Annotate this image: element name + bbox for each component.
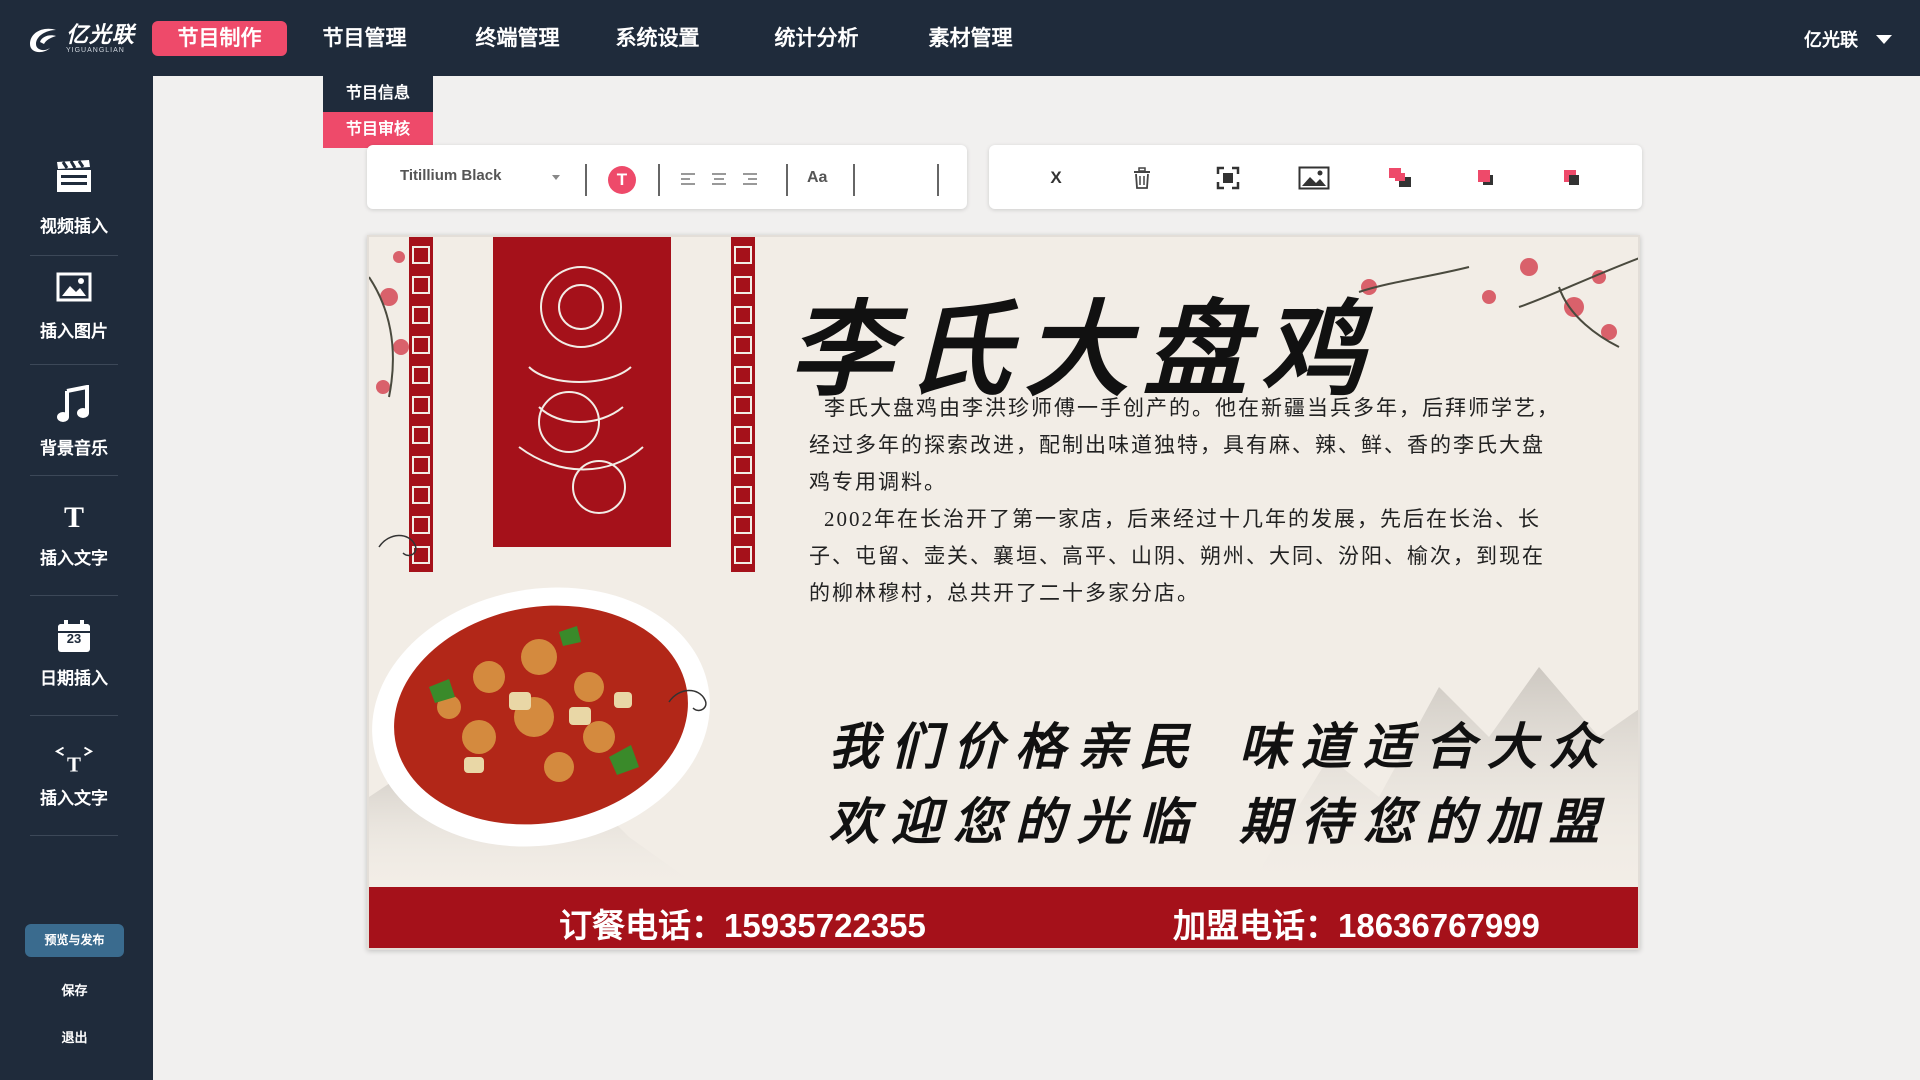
nav-statistics[interactable]: 统计分析 (749, 21, 884, 56)
submenu-program-review[interactable]: 节目审核 (323, 112, 433, 148)
nav-program-manage[interactable]: 节目管理 (297, 21, 432, 56)
logo-swirl-icon (26, 22, 60, 56)
franchise-phone: 加盟电话：18636767999 (1173, 907, 1540, 944)
user-name: 亿光联 (1804, 30, 1858, 50)
align-center-icon[interactable] (712, 173, 726, 187)
sidebar-label: 插入文字 (40, 789, 108, 808)
nav-system-settings[interactable]: 系统设置 (590, 21, 725, 56)
top-bar: 亿光联 YIGUANGLIAN 节目制作 节目管理 终端管理 系统设置 统计分析… (0, 0, 1920, 76)
logo-subtext: YIGUANGLIAN (66, 46, 125, 54)
sidebar-item-date-insert[interactable]: 23 日期插入 (30, 606, 118, 716)
poster-paragraph-line: 的柳林穆村，总共开了二十多家分店。 (809, 581, 1200, 605)
poster-slogan: 期待您的加盟 (1239, 794, 1611, 850)
sidebar-item-background-music[interactable]: 背景音乐 (30, 376, 118, 476)
close-icon[interactable]: X (1040, 162, 1072, 194)
sidebar-item-insert-text[interactable]: T 插入文字 (30, 486, 118, 596)
sidebar-label: 插入图片 (40, 322, 108, 341)
sidebar-label: 插入文字 (40, 549, 108, 568)
text-code-icon: T (54, 738, 94, 778)
poster-paragraph-line: 经过多年的探索改进，配制出味道独特，具有麻、辣、鲜、香的李氏大盘 (809, 433, 1545, 457)
nav-material-manage[interactable]: 素材管理 (903, 21, 1038, 56)
calendar-day: 23 (66, 630, 82, 646)
divider (937, 164, 939, 196)
text-toolbar: Titillium Black T Aa (367, 145, 967, 209)
divider (786, 164, 788, 196)
preview-publish-button[interactable]: 预览与发布 (25, 924, 124, 957)
svg-text:T: T (67, 752, 81, 775)
image-icon (54, 267, 94, 307)
font-family-value: Titillium Black (400, 167, 502, 184)
program-submenu: 节目信息 节目审核 (323, 76, 433, 148)
align-left-icon[interactable] (681, 173, 695, 187)
align-right-icon[interactable] (743, 173, 757, 187)
chevron-down-icon (552, 175, 560, 180)
nav-program-create[interactable]: 节目制作 (152, 21, 287, 56)
poster-paragraph-line: 鸡专用调料。 (809, 470, 947, 494)
app-logo[interactable]: 亿光联 YIGUANGLIAN (26, 20, 136, 58)
exit-button[interactable]: 退出 (25, 1027, 124, 1046)
layer-backward-icon[interactable] (1556, 162, 1588, 194)
sidebar-label: 视频插入 (40, 217, 108, 236)
program-canvas[interactable]: 李氏大盘鸡 李氏大盘鸡由李洪珍师傅一手创产的。他在新疆当兵多年，后拜师学艺， 经… (367, 235, 1640, 950)
image-icon[interactable] (1298, 162, 1330, 194)
poster-slogan: 我们价格亲民 (829, 719, 1201, 775)
font-family-select[interactable]: Titillium Black (400, 167, 560, 189)
poster-paragraph-line: 子、屯留、壶关、襄垣、高平、山阴、朔州、大同、汾阳、榆次，到现在 (809, 544, 1545, 568)
fullscreen-icon[interactable] (1212, 162, 1244, 194)
font-size-button[interactable]: Aa (807, 169, 827, 187)
object-toolbar: X (989, 145, 1642, 209)
user-menu[interactable]: 亿光联 (1804, 26, 1892, 52)
main-nav: 节目制作 节目管理 终端管理 系统设置 统计分析 素材管理 (152, 21, 1038, 56)
divider (585, 164, 587, 196)
poster-slogan: 欢迎您的光临 (829, 794, 1201, 850)
sidebar-label: 日期插入 (40, 669, 108, 688)
layer-bring-front-icon[interactable] (1384, 162, 1416, 194)
save-button[interactable]: 保存 (25, 980, 124, 999)
sidebar-item-insert-text-2[interactable]: T 插入文字 (30, 726, 118, 836)
sidebar-item-video-insert[interactable]: 视频插入 (30, 146, 118, 256)
sidebar-label: 背景音乐 (40, 439, 108, 458)
order-phone: 订餐电话：15935722355 (559, 907, 926, 944)
sidebar: 视频插入 插入图片 背景音乐 T 插入文字 23 日期插入 T 插入文字 预览与… (0, 76, 153, 1080)
video-clapper-icon (54, 156, 94, 196)
sidebar-item-insert-image[interactable]: 插入图片 (30, 263, 118, 365)
poster-paragraph-line: 2002年在长治开了第一家店，后来经过十几年的发展，先后在长治、长 (824, 507, 1541, 531)
music-note-icon (54, 384, 94, 424)
divider (853, 164, 855, 196)
nav-terminal-manage[interactable]: 终端管理 (450, 21, 585, 56)
trash-icon[interactable] (1126, 162, 1158, 194)
text-color-button[interactable]: T (608, 166, 636, 194)
chevron-down-icon (1876, 34, 1892, 44)
poster-footer-banner: 订餐电话：15935722355 加盟电话：18636767999 (369, 887, 1638, 948)
divider (658, 164, 660, 196)
poster-paragraph-line: 李氏大盘鸡由李洪珍师傅一手创产的。他在新疆当兵多年，后拜师学艺， (824, 396, 1560, 420)
submenu-program-info[interactable]: 节目信息 (323, 76, 433, 112)
poster-slogan: 味道适合大众 (1239, 719, 1611, 775)
logo-text: 亿光联 (66, 21, 136, 47)
text-icon: T (63, 501, 84, 534)
layer-forward-icon[interactable] (1470, 162, 1502, 194)
